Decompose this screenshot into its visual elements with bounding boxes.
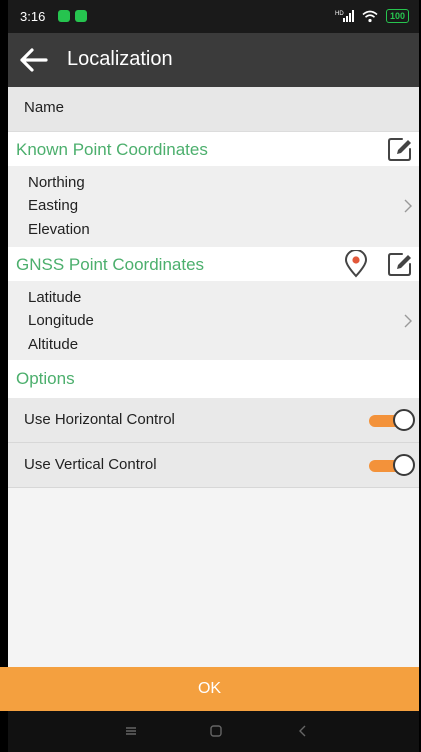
status-indicators: HD 100 bbox=[334, 9, 409, 23]
latitude-label: Latitude bbox=[28, 289, 82, 306]
wifi-icon bbox=[362, 10, 378, 22]
battery-icon: 100 bbox=[385, 9, 409, 23]
menu-icon[interactable] bbox=[123, 723, 139, 739]
vertical-control-label: Use Vertical Control bbox=[24, 456, 157, 473]
status-bar: 3:16 HD 100 bbox=[8, 0, 419, 33]
vertical-control-toggle[interactable] bbox=[369, 454, 415, 476]
horizontal-control-toggle[interactable] bbox=[369, 409, 415, 431]
gnss-point-header: GNSS Point Coordinates bbox=[8, 247, 419, 281]
chevron-right-icon bbox=[404, 199, 412, 213]
back-arrow-icon[interactable] bbox=[16, 45, 50, 75]
page-title: Localization bbox=[67, 48, 173, 70]
gnss-point-title: GNSS Point Coordinates bbox=[16, 255, 205, 274]
options-title: Options bbox=[16, 369, 75, 388]
horizontal-control-label: Use Horizontal Control bbox=[24, 411, 175, 428]
horizontal-control-row: Use Horizontal Control bbox=[8, 398, 419, 443]
chevron-right-icon bbox=[404, 314, 412, 328]
toggle-knob bbox=[393, 454, 415, 476]
elevation-label: Elevation bbox=[28, 221, 90, 238]
status-time: 3:16 bbox=[20, 9, 46, 24]
gnss-point-coordinates[interactable]: Latitude Longitude Altitude bbox=[8, 281, 419, 363]
app-frame: 3:16 HD 100 Localization Name Known Poin… bbox=[0, 0, 419, 752]
toggle-knob bbox=[393, 409, 415, 431]
edit-gnss-point-icon[interactable] bbox=[387, 251, 415, 277]
known-point-coordinates[interactable]: Northing Easting Elevation bbox=[8, 166, 419, 248]
notification-icon bbox=[75, 10, 87, 22]
name-row[interactable]: Name bbox=[8, 87, 419, 132]
location-pin-icon[interactable] bbox=[343, 250, 369, 278]
ok-button[interactable]: OK bbox=[0, 667, 419, 711]
altitude-label: Altitude bbox=[28, 336, 79, 353]
name-label: Name bbox=[24, 99, 65, 116]
vertical-control-row: Use Vertical Control bbox=[8, 443, 419, 488]
back-nav-icon[interactable] bbox=[295, 723, 311, 739]
longitude-label: Longitude bbox=[28, 312, 94, 329]
cell-signal-icon: HD bbox=[335, 10, 354, 22]
app-bar: Localization bbox=[8, 33, 419, 87]
known-point-header: Known Point Coordinates bbox=[8, 132, 419, 166]
edit-known-point-icon[interactable] bbox=[387, 136, 415, 162]
phone-screen: 3:16 HD 100 Localization Name Known Poin… bbox=[0, 0, 421, 752]
signal-label: HD bbox=[335, 11, 344, 17]
options-header: Options bbox=[8, 360, 419, 398]
system-nav-bar bbox=[8, 711, 419, 752]
known-point-title: Known Point Coordinates bbox=[16, 140, 208, 159]
notification-icon bbox=[58, 10, 70, 22]
home-icon[interactable] bbox=[208, 723, 224, 739]
easting-label: Easting bbox=[28, 197, 79, 214]
northing-label: Northing bbox=[28, 174, 85, 191]
